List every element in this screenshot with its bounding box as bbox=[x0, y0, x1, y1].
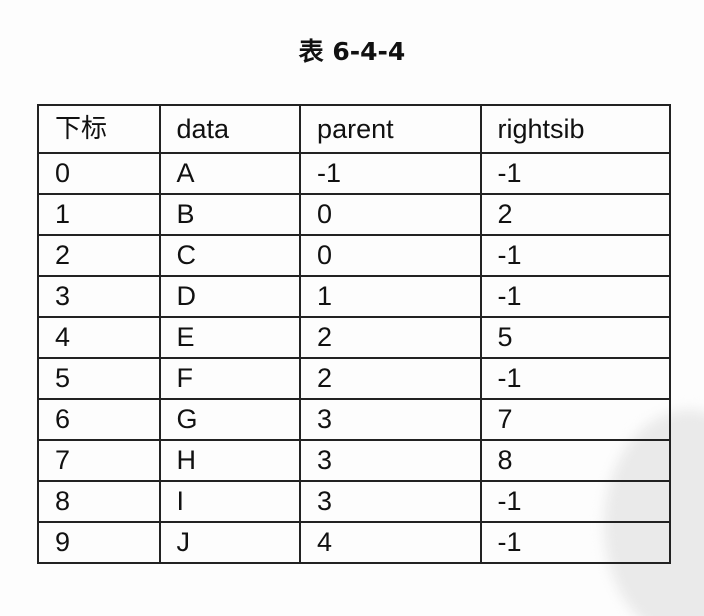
cell-data: G bbox=[158, 398, 302, 441]
header-parent: parent bbox=[299, 104, 482, 154]
cell-parent: 0 bbox=[299, 234, 482, 277]
cell-index: 3 bbox=[37, 275, 161, 318]
document-page: 表 6-4-4 下标 data parent rightsib 0 A -1 -… bbox=[0, 0, 704, 616]
table-row: 3 D 1 -1 bbox=[37, 275, 671, 318]
cell-data: E bbox=[158, 316, 302, 359]
cell-parent: 3 bbox=[299, 480, 482, 523]
cell-rightsib: 2 bbox=[479, 193, 671, 236]
cell-data: C bbox=[158, 234, 302, 277]
header-index: 下标 bbox=[37, 104, 161, 154]
table-row: 8 I 3 -1 bbox=[37, 480, 671, 523]
cell-data: A bbox=[158, 152, 302, 195]
table-row: 4 E 2 5 bbox=[37, 316, 671, 359]
cell-index: 4 bbox=[37, 316, 161, 359]
cell-data: I bbox=[158, 480, 302, 523]
cell-index: 5 bbox=[37, 357, 161, 400]
cell-rightsib: 5 bbox=[479, 316, 671, 359]
cell-data: D bbox=[158, 275, 302, 318]
cell-rightsib: 8 bbox=[479, 439, 671, 482]
cell-rightsib: -1 bbox=[479, 275, 671, 318]
cell-index: 6 bbox=[37, 398, 161, 441]
cell-index: 7 bbox=[37, 439, 161, 482]
table-row: 5 F 2 -1 bbox=[37, 357, 671, 400]
table-row: 6 G 3 7 bbox=[37, 398, 671, 441]
cell-index: 2 bbox=[37, 234, 161, 277]
cell-rightsib: -1 bbox=[479, 521, 671, 564]
tree-storage-table: 下标 data parent rightsib 0 A -1 -1 1 B 0 … bbox=[37, 104, 671, 564]
table-row: 1 B 0 2 bbox=[37, 193, 671, 236]
cell-data: B bbox=[158, 193, 302, 236]
cell-data: H bbox=[158, 439, 302, 482]
cell-rightsib: -1 bbox=[479, 357, 671, 400]
table-caption: 表 6-4-4 bbox=[298, 37, 406, 66]
table-row: 9 J 4 -1 bbox=[37, 521, 671, 564]
cell-parent: 3 bbox=[299, 439, 482, 482]
cell-parent: 1 bbox=[299, 275, 482, 318]
cell-parent: 3 bbox=[299, 398, 482, 441]
cell-rightsib: -1 bbox=[479, 234, 671, 277]
cell-index: 0 bbox=[37, 152, 161, 195]
cell-parent: 2 bbox=[299, 316, 482, 359]
cell-data: F bbox=[158, 357, 302, 400]
cell-parent: -1 bbox=[299, 152, 482, 195]
table-row: 2 C 0 -1 bbox=[37, 234, 671, 277]
table-row: 7 H 3 8 bbox=[37, 439, 671, 482]
table-header-row: 下标 data parent rightsib bbox=[37, 104, 671, 154]
cell-parent: 2 bbox=[299, 357, 482, 400]
table-row: 0 A -1 -1 bbox=[37, 152, 671, 195]
cell-data: J bbox=[158, 521, 302, 564]
header-rightsib: rightsib bbox=[479, 104, 671, 154]
cell-index: 8 bbox=[37, 480, 161, 523]
cell-index: 9 bbox=[37, 521, 161, 564]
cell-rightsib: -1 bbox=[479, 480, 671, 523]
header-data: data bbox=[158, 104, 302, 154]
cell-rightsib: 7 bbox=[479, 398, 671, 441]
cell-rightsib: -1 bbox=[479, 152, 671, 195]
cell-index: 1 bbox=[37, 193, 161, 236]
cell-parent: 4 bbox=[299, 521, 482, 564]
cell-parent: 0 bbox=[299, 193, 482, 236]
